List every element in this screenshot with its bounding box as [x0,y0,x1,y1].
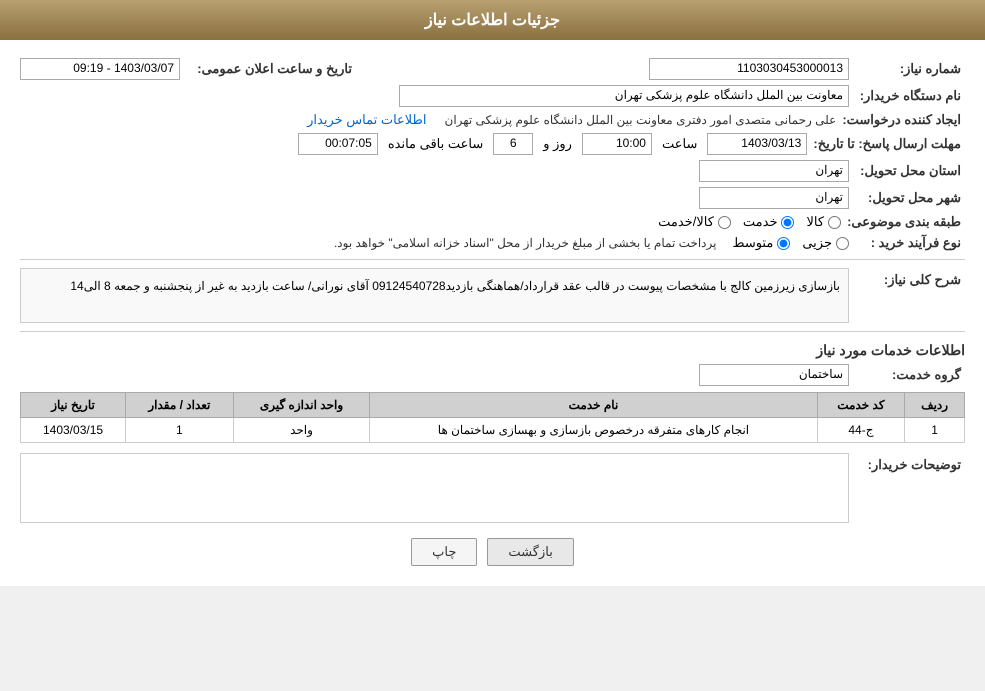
radio-kala-khadamat-input[interactable] [718,216,731,229]
radio-khadamat-label: خدمت [743,214,778,230]
deadline-time-label: ساعت [662,136,697,152]
page-header: جزئیات اطلاعات نیاز [0,0,985,40]
row-need-number: شماره نیاز: 1103030453000013 تاریخ و ساع… [20,58,965,80]
date-label: تاریخ و ساعت اعلان عمومی: [186,61,356,77]
radio-motavsat: متوسط [732,235,790,251]
purchase-type-radio-group: جزیی متوسط [732,235,849,251]
row-city: شهر محل تحویل: تهران [20,187,965,209]
comments-textarea[interactable] [20,453,849,523]
deadline-day-label: روز و [543,136,572,152]
table-cell: 1403/03/15 [21,418,126,443]
services-section: اطلاعات خدمات مورد نیاز گروه خدمت: ساختم… [20,342,965,443]
radio-kala-input[interactable] [828,216,841,229]
table-cell: 1 [126,418,234,443]
comments-section: توضیحات خریدار: [20,453,965,523]
deadline-date: 1403/03/13 [707,133,807,155]
table-cell: 1 [905,418,965,443]
col-header-name: نام خدمت [370,393,817,418]
need-number-value: 1103030453000013 [649,58,849,80]
service-group-value: ساختمان [699,364,849,386]
row-buyer-org: نام دستگاه خریدار: معاونت بین الملل دانش… [20,85,965,107]
page-title: جزئیات اطلاعات نیاز [425,12,560,29]
radio-kala-khadamat-label: کالا/خدمت [658,214,714,230]
buttons-row: بازگشت چاپ [20,538,965,566]
divider-2 [20,331,965,332]
services-section-title: اطلاعات خدمات مورد نیاز [20,342,965,359]
description-value: بازسازی زیرزمین کالج با مشخصات پیوست در … [20,268,849,323]
deadline-days: 6 [493,133,533,155]
col-header-unit: واحد اندازه گیری [233,393,370,418]
radio-motavsat-input[interactable] [777,237,790,250]
creator-label: ایجاد کننده درخواست: [842,112,965,128]
row-description: شرح کلی نیاز: بازسازی زیرزمین کالج با مش… [20,268,965,323]
deadline-remaining-label: ساعت باقی مانده [388,136,483,152]
creator-value: علی رحمانی متصدی امور دفتری معاونت بین ا… [445,113,837,127]
deadline-remaining: 00:07:05 [298,133,378,155]
page-wrapper: جزئیات اطلاعات نیاز شماره نیاز: 11030304… [0,0,985,586]
main-content: شماره نیاز: 1103030453000013 تاریخ و ساع… [0,40,985,586]
deadline-time: 10:00 [582,133,652,155]
radio-khadamat-input[interactable] [781,216,794,229]
radio-jozvi-input[interactable] [836,237,849,250]
category-radio-group: کالا خدمت کالا/خدمت [658,214,841,230]
service-group-label: گروه خدمت: [855,367,965,383]
purchase-type-note: پرداخت تمام یا بخشی از مبلغ خریدار از مح… [334,236,717,250]
radio-kala-label: کالا [806,214,824,230]
table-cell: ج-44 [817,418,905,443]
services-table-header-row: ردیف کد خدمت نام خدمت واحد اندازه گیری ت… [21,393,965,418]
buyer-org-value: معاونت بین الملل دانشگاه علوم پزشکی تهرا… [399,85,849,107]
purchase-type-label: نوع فرآیند خرید : [855,235,965,251]
row-creator: ایجاد کننده درخواست: علی رحمانی متصدی ام… [20,112,965,128]
row-deadline: مهلت ارسال پاسخ: تا تاریخ: 1403/03/13 سا… [20,133,965,155]
table-cell: واحد [233,418,370,443]
col-header-date: تاریخ نیاز [21,393,126,418]
row-province: استان محل تحویل: تهران [20,160,965,182]
province-label: استان محل تحویل: [855,163,965,179]
col-header-quantity: تعداد / مقدار [126,393,234,418]
row-comments: توضیحات خریدار: [20,453,965,523]
col-header-rownum: ردیف [905,393,965,418]
need-number-label: شماره نیاز: [855,61,965,77]
city-label: شهر محل تحویل: [855,190,965,206]
radio-motavsat-label: متوسط [732,235,773,251]
col-header-code: کد خدمت [817,393,905,418]
divider-1 [20,259,965,260]
radio-jozvi: جزیی [802,235,849,251]
row-service-group: گروه خدمت: ساختمان [20,364,965,386]
radio-kala: کالا [806,214,841,230]
comments-label: توضیحات خریدار: [855,453,965,473]
date-value: 1403/03/07 - 09:19 [20,58,180,80]
contact-link[interactable]: اطلاعات تماس خریدار [307,112,426,128]
description-label: شرح کلی نیاز: [855,268,965,288]
print-button[interactable]: چاپ [411,538,477,566]
row-category: طبقه بندی موضوعی: کالا خدمت کالا/خدمت [20,214,965,230]
back-button[interactable]: بازگشت [487,538,573,566]
deadline-label: مهلت ارسال پاسخ: تا تاریخ: [813,136,965,152]
province-value: تهران [699,160,849,182]
radio-khadamat: خدمت [743,214,795,230]
services-table: ردیف کد خدمت نام خدمت واحد اندازه گیری ت… [20,392,965,443]
row-purchase-type: نوع فرآیند خرید : جزیی متوسط پرداخت تمام… [20,235,965,251]
radio-jozvi-label: جزیی [802,235,832,251]
category-label: طبقه بندی موضوعی: [847,214,965,230]
city-value: تهران [699,187,849,209]
table-cell: انجام کارهای متفرقه درخصوص بازسازی و بهس… [370,418,817,443]
table-row: 1ج-44انجام کارهای متفرقه درخصوص بازسازی … [21,418,965,443]
buyer-org-label: نام دستگاه خریدار: [855,88,965,104]
radio-kala-khadamat: کالا/خدمت [658,214,731,230]
